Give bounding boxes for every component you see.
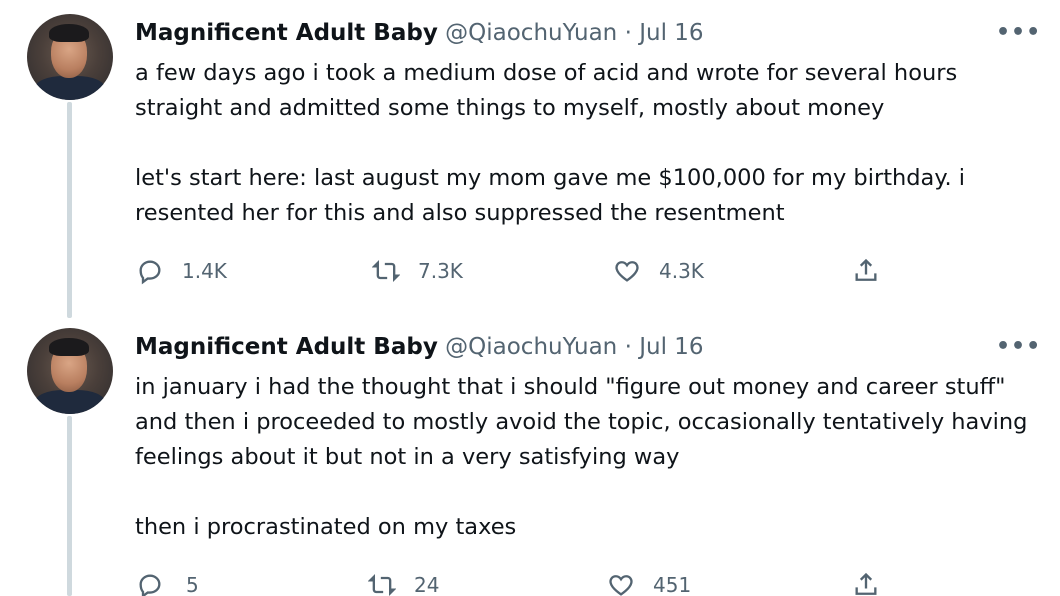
tweet-actions: 5 24 451: [0, 568, 1060, 596]
retweet-button[interactable]: 7.3K: [372, 254, 463, 288]
tweet-paragraph: in january i had the thought that i shou…: [135, 374, 1028, 470]
like-icon: [615, 261, 639, 282]
reply-button[interactable]: 1.4K: [136, 254, 227, 288]
separator: ·: [624, 334, 632, 360]
avatar[interactable]: [27, 14, 113, 100]
share-button[interactable]: [852, 254, 880, 288]
separator: ·: [624, 20, 632, 46]
like-button[interactable]: 4.3K: [613, 254, 704, 288]
like-count: 4.3K: [659, 259, 704, 283]
author-handle[interactable]: @QiaochuYuan: [445, 20, 617, 46]
reply-button[interactable]: 5: [136, 568, 199, 596]
reply-count: 1.4K: [182, 259, 227, 283]
retweet-button[interactable]: 24: [368, 568, 439, 596]
retweet-count: 24: [414, 573, 440, 596]
tweet-text: a few days ago i took a medium dose of a…: [135, 56, 1035, 231]
share-icon: [855, 258, 877, 281]
reply-icon: [139, 574, 161, 596]
reply-icon: [139, 260, 161, 285]
reply-count: 5: [186, 573, 199, 596]
author-name[interactable]: Magnificent Adult Baby: [135, 20, 438, 46]
more-options-icon[interactable]: •••: [996, 20, 1041, 45]
tweet-actions: 1.4K 7.3K 4.3K: [0, 254, 1060, 288]
share-icon: [855, 572, 877, 595]
retweet-icon: [372, 260, 400, 282]
avatar[interactable]: [27, 328, 113, 414]
like-count: 451: [653, 573, 692, 596]
like-button[interactable]: 451: [607, 568, 691, 596]
more-options-icon[interactable]: •••: [996, 334, 1041, 359]
tweet-date[interactable]: Jul 16: [639, 20, 703, 46]
tweet-paragraph: a few days ago i took a medium dose of a…: [135, 60, 958, 121]
tweet-text: in january i had the thought that i shou…: [135, 370, 1035, 545]
tweet[interactable]: Magnificent Adult Baby @QiaochuYuan · Ju…: [0, 316, 1060, 596]
author-handle[interactable]: @QiaochuYuan: [445, 334, 617, 360]
tweet-paragraph: let's start here: last august my mom gav…: [135, 165, 966, 226]
tweet-date[interactable]: Jul 16: [639, 334, 703, 360]
retweet-count: 7.3K: [418, 259, 463, 283]
tweet-paragraph: then i procrastinated on my taxes: [135, 514, 517, 540]
like-icon: [609, 575, 633, 596]
tweet[interactable]: Magnificent Adult Baby @QiaochuYuan · Ju…: [0, 0, 1060, 300]
author-name[interactable]: Magnificent Adult Baby: [135, 334, 438, 360]
tweet-header: Magnificent Adult Baby @QiaochuYuan · Ju…: [135, 20, 704, 46]
retweet-icon: [368, 574, 396, 596]
tweet-header: Magnificent Adult Baby @QiaochuYuan · Ju…: [135, 334, 704, 360]
share-button[interactable]: [852, 568, 880, 596]
